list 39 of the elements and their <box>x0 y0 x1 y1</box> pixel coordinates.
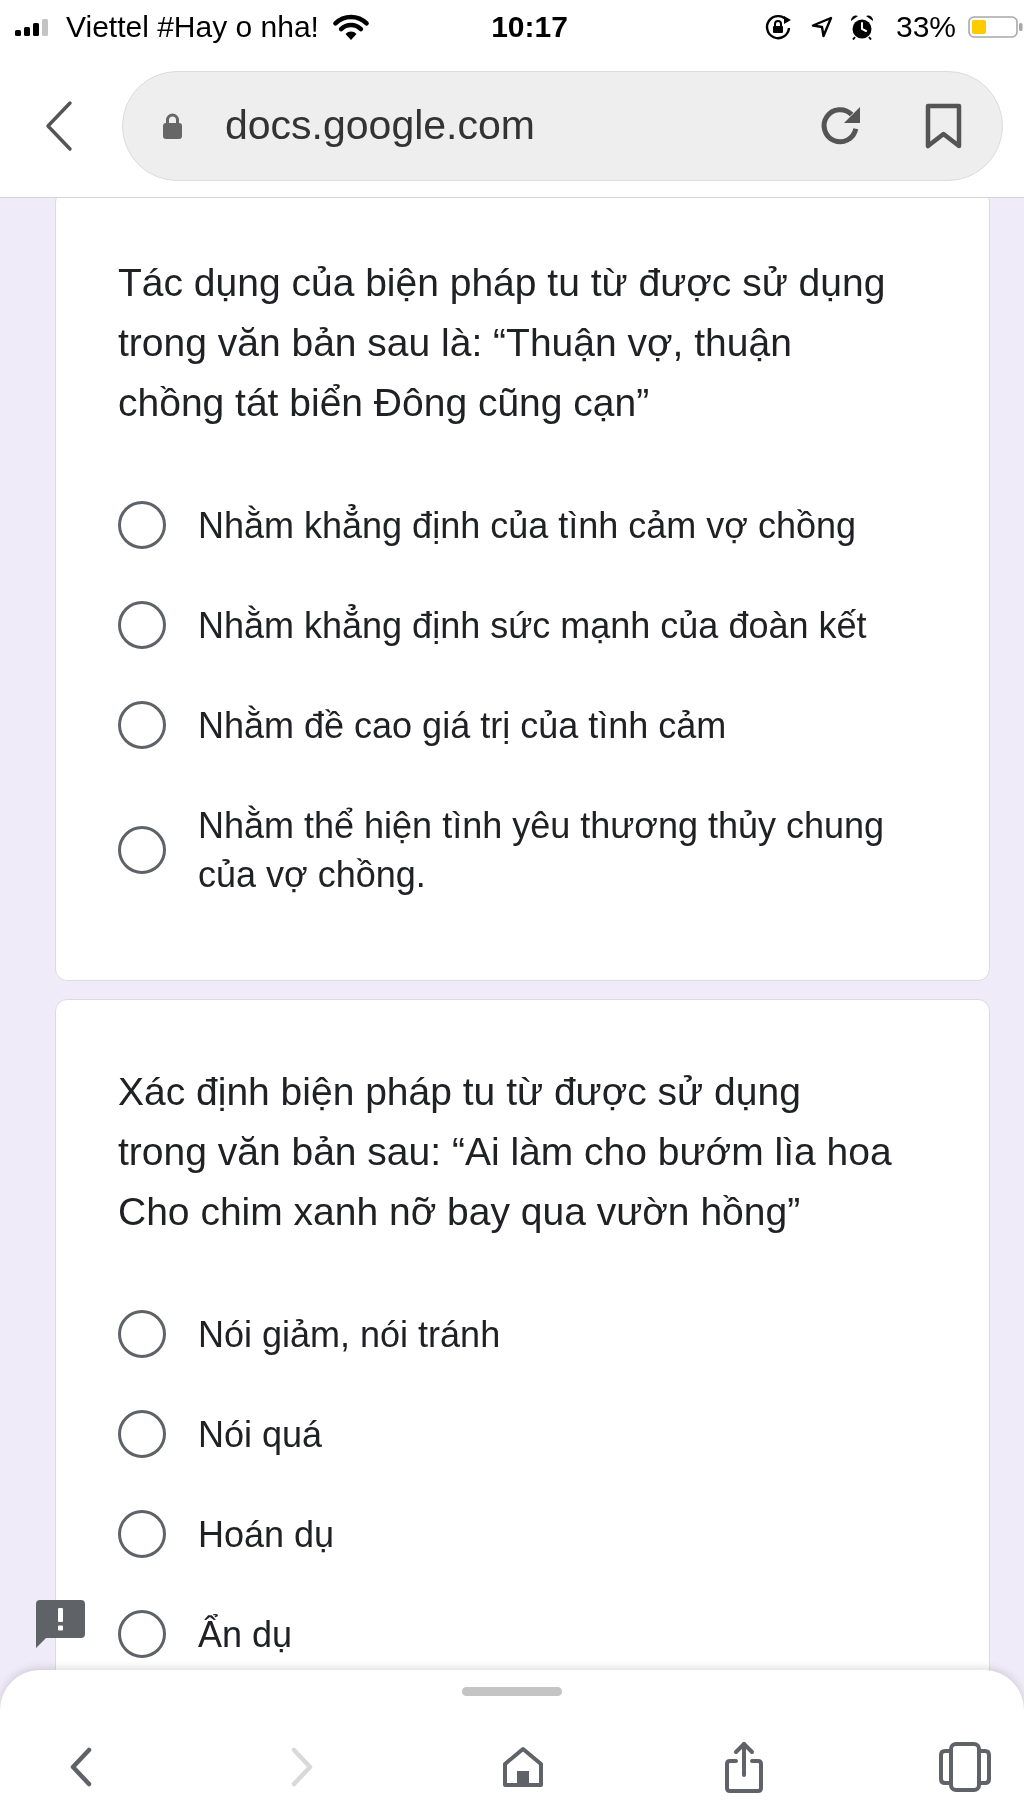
radio-button[interactable] <box>118 1610 166 1658</box>
address-bar[interactable]: docs.google.com <box>122 70 1003 181</box>
url-text[interactable]: docs.google.com <box>225 102 818 149</box>
chevron-left-icon <box>69 1747 93 1787</box>
bookmark-icon[interactable] <box>925 102 962 149</box>
option-label: Nhằm đề cao giá trị của tình cảm <box>198 703 728 748</box>
lock-icon <box>163 112 182 139</box>
tabs-icon <box>939 1742 991 1792</box>
home-icon <box>502 1746 544 1788</box>
carrier-name: Viettel #Hay o nha! <box>66 10 319 44</box>
question-text: Xác định biện pháp tu từ được sử dụng trong văn bản sau: “Ai làm cho bướm lìa hoa Cho chim xanh nỡ bay qua vườn hồng” <box>118 1069 893 1235</box>
alarm-clock-icon <box>849 14 874 40</box>
radio-button[interactable] <box>118 1310 166 1358</box>
radio-button[interactable] <box>118 701 166 749</box>
option-label: Ẩn dụ <box>198 1612 294 1657</box>
battery-icon <box>968 16 1024 38</box>
share-icon <box>723 1740 765 1794</box>
option-label: Nói giảm, nói tránh <box>198 1312 502 1357</box>
option-label: Nhằm thể hiện tình yêu thương thủy chung của vợ chồng. <box>198 803 886 897</box>
back-chevron-icon[interactable] <box>45 99 73 152</box>
clock-time: 10:17 <box>491 10 568 44</box>
question-text: Tác dụng của biện pháp tu từ được sử dụng trong văn bản sau là: “Thuận vợ, thuận chồng tát biển Đông cũng cạn” <box>118 260 887 426</box>
radio-button[interactable] <box>118 501 166 549</box>
option-label: Hoán dụ <box>198 1512 336 1557</box>
radio-button[interactable] <box>118 1410 166 1458</box>
chevron-right-icon <box>290 1747 314 1787</box>
radio-button[interactable] <box>118 825 166 874</box>
option-label: Nhằm khẳng định sức mạnh của đoàn kết <box>198 603 868 648</box>
wifi-icon <box>330 13 371 41</box>
alert-bubble-icon[interactable] <box>35 1600 85 1648</box>
signal-icon <box>15 18 48 36</box>
radio-button[interactable] <box>118 601 166 649</box>
battery-percent: 33% <box>895 10 956 44</box>
option-label: Nhằm khẳng định của tình cảm vợ chồng <box>198 503 857 548</box>
radio-button[interactable] <box>118 1510 166 1558</box>
location-arrow-icon <box>810 16 833 38</box>
orientation-lock-icon <box>763 13 792 41</box>
option-label: Nói quá <box>198 1412 324 1457</box>
drag-handle[interactable] <box>462 1687 562 1696</box>
